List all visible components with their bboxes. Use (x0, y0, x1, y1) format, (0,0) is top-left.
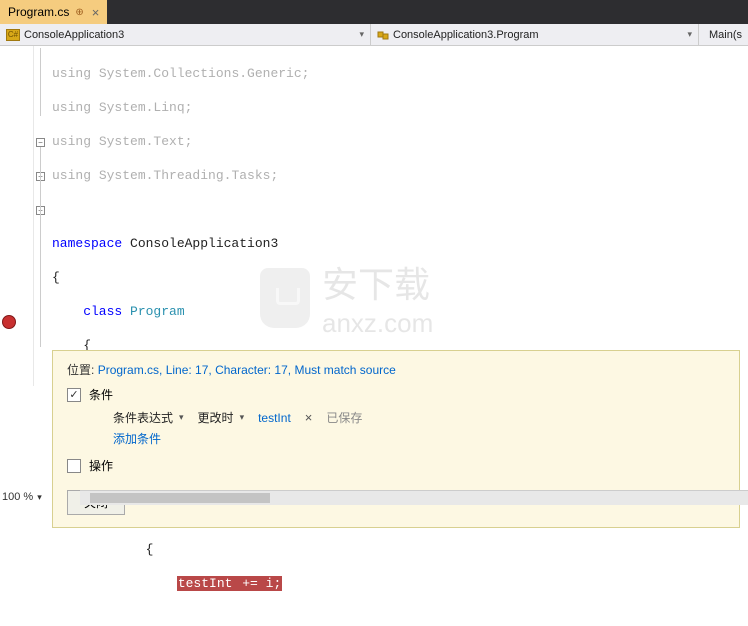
dropdown-label: 条件表达式 (113, 409, 173, 426)
code-text: System.Linq; (91, 100, 192, 115)
condition-label: 条件 (89, 386, 113, 403)
chevron-down-icon: ▾ (37, 492, 42, 503)
class-icon (377, 29, 389, 41)
chevron-down-icon: ▾ (679, 29, 692, 40)
code-kw: namespace (52, 236, 122, 251)
outline-line (40, 147, 41, 347)
csharp-icon: C# (6, 29, 20, 41)
outline-column: − − − (34, 46, 52, 386)
method-icon (702, 32, 708, 38)
tab-bar: Program.cs ⊕ × (0, 0, 748, 24)
action-label: 操作 (89, 457, 113, 474)
tab-filename: Program.cs (8, 5, 69, 19)
saved-label: 已保存 (326, 409, 362, 426)
scrollbar-thumb[interactable] (90, 493, 270, 503)
code-class: Program (122, 304, 184, 319)
dropdown-label: 更改时 (198, 409, 234, 426)
scope-namespace-label: ConsoleApplication3 (24, 29, 124, 41)
chevron-down-icon: ▾ (240, 412, 245, 423)
add-condition-row: 添加条件 (113, 430, 725, 447)
breakpoint-glyph[interactable] (2, 315, 16, 329)
location-label: 位置: (67, 363, 94, 377)
add-condition-link[interactable]: 添加条件 (113, 430, 161, 447)
code-kw: using (52, 100, 91, 115)
chevron-down-icon: ▾ (179, 412, 184, 423)
chevron-down-icon: ▾ (351, 29, 364, 40)
condition-type-dropdown[interactable]: 条件表达式 ▾ (113, 409, 184, 426)
zoom-dropdown[interactable]: 100 % ▾ (2, 491, 42, 503)
pin-icon[interactable]: ⊕ (75, 7, 83, 18)
condition-details: 条件表达式 ▾ 更改时 ▾ testInt × 已保存 (113, 409, 725, 426)
code-text: { (52, 269, 748, 286)
code-text: System.Threading.Tasks; (91, 168, 278, 183)
code-editor[interactable]: − − − using System.Collections.Generic; … (0, 46, 748, 386)
code-breakpoint-var: testInt (177, 576, 234, 591)
code-text: ConsoleApplication3 (122, 236, 278, 251)
outline-line (40, 48, 41, 116)
scope-class-label: ConsoleApplication3.Program (393, 29, 539, 41)
code-breakpoint-text: += i; (233, 576, 282, 591)
breakpoint-location: 位置: Program.cs, Line: 17, Character: 17,… (67, 361, 725, 378)
scope-dropdown-namespace[interactable]: C# ConsoleApplication3 ▾ (0, 24, 370, 45)
code-kw: using (52, 134, 91, 149)
scope-method-label: Main(s (709, 29, 742, 41)
horizontal-scrollbar[interactable] (80, 490, 748, 505)
gutter (0, 46, 34, 386)
scope-dropdown-method[interactable]: Main(s (698, 24, 748, 45)
action-row: 操作 (67, 457, 725, 474)
file-tab[interactable]: Program.cs ⊕ × (0, 0, 107, 24)
condition-row: ✓ 条件 (67, 386, 725, 403)
code-kw: using (52, 168, 91, 183)
code-text: { (52, 541, 748, 558)
fold-toggle[interactable]: − (36, 138, 45, 147)
zoom-value: 100 % (2, 491, 33, 503)
condition-variable: testInt (258, 411, 291, 425)
navigation-bar: C# ConsoleApplication3 ▾ ConsoleApplicat… (0, 24, 748, 46)
scope-dropdown-class[interactable]: ConsoleApplication3.Program ▾ (371, 24, 698, 45)
condition-checkbox[interactable]: ✓ (67, 388, 81, 402)
action-checkbox[interactable] (67, 459, 81, 473)
code-area[interactable]: using System.Collections.Generic; using … (52, 46, 748, 386)
condition-when-dropdown[interactable]: 更改时 ▾ (198, 409, 245, 426)
code-kw: class (52, 304, 122, 319)
code-kw: using (52, 66, 91, 81)
code-text: System.Collections.Generic; (91, 66, 309, 81)
location-value: Program.cs, Line: 17, Character: 17, Mus… (98, 363, 396, 377)
code-text (52, 576, 177, 591)
code-text: System.Text; (91, 134, 192, 149)
remove-condition-icon[interactable]: × (305, 410, 313, 425)
close-icon[interactable]: × (92, 5, 100, 20)
